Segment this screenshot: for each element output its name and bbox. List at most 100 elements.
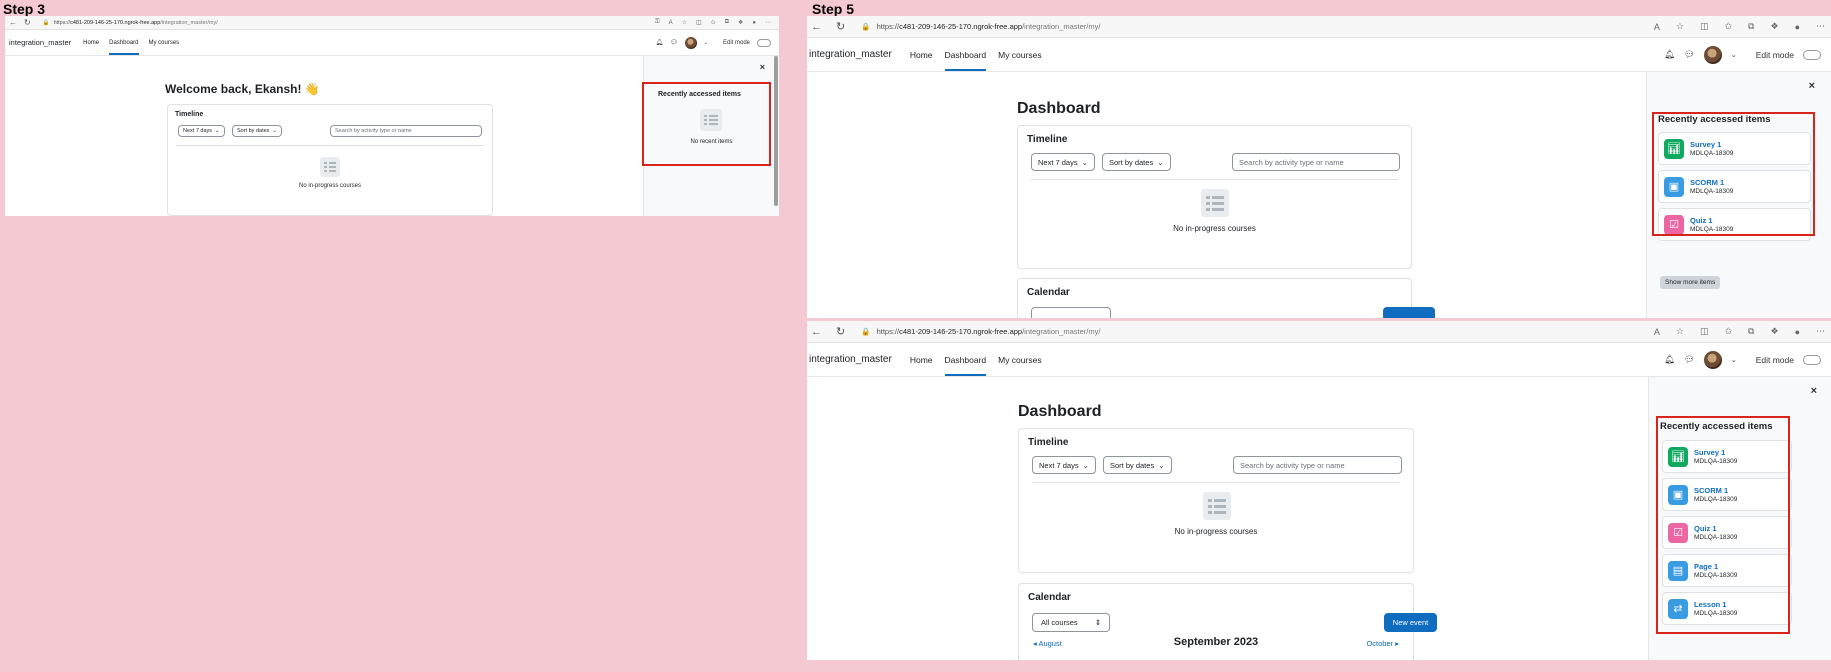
user-avatar[interactable] (684, 36, 697, 49)
month-title: September 2023 (1173, 636, 1259, 648)
step-3-label: Step 3 (3, 1, 46, 17)
more-menu-icon[interactable]: ⋯ (1816, 21, 1825, 32)
timeline-sort-select[interactable]: Sort by dates ⌄ (232, 125, 283, 137)
reload-icon[interactable]: ↻ (836, 325, 845, 338)
timeline-search-input[interactable]: Search by activity type or name (1232, 153, 1400, 171)
profile-icon[interactable]: ● (1795, 327, 1800, 337)
collections-icon[interactable]: ⧉ (1748, 21, 1754, 32)
favorite-star-icon[interactable]: ☆ (1676, 21, 1684, 32)
edit-mode-toggle[interactable] (1803, 354, 1821, 365)
url-host: c481-209-146-25-170.ngrok-free.app (899, 327, 1023, 336)
nav-dashboard[interactable]: Dashboard (109, 30, 139, 55)
more-menu-icon[interactable]: ⋯ (765, 19, 771, 26)
nav-dashboard[interactable]: Dashboard (944, 38, 986, 71)
calendar-title: Calendar (1028, 592, 1071, 603)
nav-my-courses[interactable]: My courses (998, 343, 1041, 376)
extension-icon[interactable]: ❖ (1770, 21, 1778, 32)
chevron-down-icon[interactable]: ⌄ (1731, 51, 1737, 59)
edit-mode-toggle[interactable] (757, 38, 771, 47)
lock-icon: 🔒 (861, 327, 871, 336)
nav-dashboard[interactable]: Dashboard (944, 343, 986, 376)
site-brand[interactable]: integration_master (9, 38, 71, 47)
show-more-items-button[interactable]: Show more items (1660, 276, 1721, 289)
url-path: /integration_master/my/ (160, 19, 218, 26)
new-event-button[interactable] (1383, 307, 1435, 318)
collections-icon[interactable]: ⧉ (725, 19, 729, 26)
favorite-star-icon[interactable]: ☆ (682, 19, 687, 26)
favorite-star-icon[interactable]: ☆ (1676, 326, 1684, 337)
empty-courses-text: No in-progress courses (1173, 224, 1256, 233)
back-icon[interactable]: ← (811, 21, 822, 33)
nav-my-courses[interactable]: My courses (149, 30, 180, 55)
courses-empty-icon (320, 157, 340, 177)
read-aloud-icon[interactable]: A (1654, 22, 1660, 32)
profile-icon[interactable]: ● (1795, 22, 1800, 32)
address-bar[interactable]: 🔒 https://c481-209-146-25-170.ngrok-free… (861, 22, 1100, 31)
timeline-days-select[interactable]: Next 7 days ⌄ (1032, 456, 1096, 474)
scrollbar[interactable] (774, 56, 778, 206)
nav-home[interactable]: Home (910, 38, 933, 71)
edit-mode-toggle[interactable] (1803, 49, 1821, 60)
sort-arrows-icon: ⇕ (1094, 618, 1101, 627)
split-screen-icon[interactable]: ◫ (696, 19, 702, 26)
collections-icon[interactable]: ⧉ (1748, 326, 1754, 337)
site-brand[interactable]: integration_master (809, 354, 892, 365)
favorites-icon[interactable]: ✩ (1725, 326, 1733, 337)
highlight-box (1652, 112, 1815, 236)
user-avatar[interactable] (1703, 350, 1722, 369)
timeline-days-select[interactable]: Next 7 days ⌄ (1031, 153, 1095, 171)
course-filter-select[interactable]: All courses ⇕ (1032, 613, 1110, 632)
messages-icon[interactable]: 💬︎ (670, 39, 678, 46)
nav-my-courses[interactable]: My courses (998, 38, 1041, 71)
close-icon[interactable]: × (760, 62, 765, 72)
back-icon[interactable]: ← (9, 18, 17, 27)
messages-icon[interactable]: 💬︎ (1684, 49, 1695, 60)
notification-bell-icon[interactable]: 🔔︎ (656, 39, 664, 46)
chevron-down-icon[interactable]: ⌄ (1731, 356, 1737, 364)
reload-icon[interactable]: ↻ (24, 18, 31, 27)
step-3-screenshot: ← ↻ 🔒 https://c481-209-146-25-170.ngrok-… (5, 16, 779, 216)
read-aloud-icon[interactable]: A (669, 20, 673, 26)
timeline-block: Timeline Next 7 days ⌄ Sort by dates ⌄ Sea… (1018, 428, 1414, 573)
calendar-title: Calendar (1027, 287, 1070, 298)
notification-bell-icon[interactable]: 🔔︎ (1664, 49, 1675, 60)
next-month-link[interactable]: October ▸ (1366, 639, 1399, 648)
profile-icon[interactable]: ● (752, 20, 756, 26)
course-select[interactable] (1031, 307, 1111, 318)
more-menu-icon[interactable]: ⋯ (1816, 326, 1825, 337)
split-screen-icon[interactable]: ◫ (1700, 326, 1709, 337)
new-event-button[interactable]: New event (1384, 613, 1437, 632)
timeline-days-select[interactable]: Next 7 days ⌄ (178, 125, 225, 137)
notification-bell-icon[interactable]: 🔔︎ (1664, 354, 1675, 365)
timeline-title: Timeline (175, 111, 204, 118)
close-icon[interactable]: × (1811, 385, 1817, 397)
timeline-search-input[interactable]: Search by activity type or name (1233, 456, 1402, 474)
chevron-down-icon[interactable]: ⌄ (704, 40, 708, 46)
nav-home[interactable]: Home (83, 30, 99, 55)
chevron-down-icon: ⌄ (1157, 157, 1164, 167)
nav-home[interactable]: Home (910, 343, 933, 376)
page-title: Dashboard (1018, 403, 1102, 420)
address-bar[interactable]: 🔒 https://c481-209-146-25-170.ngrok-free… (861, 327, 1100, 336)
extension-icon[interactable]: ❖ (738, 19, 743, 26)
favorites-icon[interactable]: ✩ (711, 19, 716, 26)
timeline-sort-select[interactable]: Sort by dates ⌄ (1103, 456, 1172, 474)
key-icon[interactable]: ⚿ (655, 19, 660, 26)
arrow-right-icon: ▸ (1393, 639, 1399, 648)
timeline-search-input[interactable]: Search by activity type or name (330, 125, 482, 137)
favorites-icon[interactable]: ✩ (1725, 21, 1733, 32)
address-bar[interactable]: 🔒 https://c481-209-146-25-170.ngrok-free… (43, 20, 218, 26)
highlight-box (642, 82, 771, 166)
timeline-sort-select[interactable]: Sort by dates ⌄ (1102, 153, 1171, 171)
close-icon[interactable]: × (1809, 80, 1815, 92)
extension-icon[interactable]: ❖ (1770, 326, 1778, 337)
read-aloud-icon[interactable]: A (1654, 327, 1660, 337)
reload-icon[interactable]: ↻ (836, 20, 845, 33)
user-avatar[interactable] (1703, 45, 1722, 64)
site-brand[interactable]: integration_master (809, 49, 892, 60)
step-5-label: Step 5 (812, 1, 855, 17)
back-icon[interactable]: ← (811, 326, 822, 338)
edit-mode-label: Edit mode (1755, 354, 1794, 365)
messages-icon[interactable]: 💬︎ (1684, 354, 1695, 365)
split-screen-icon[interactable]: ◫ (1700, 21, 1709, 32)
